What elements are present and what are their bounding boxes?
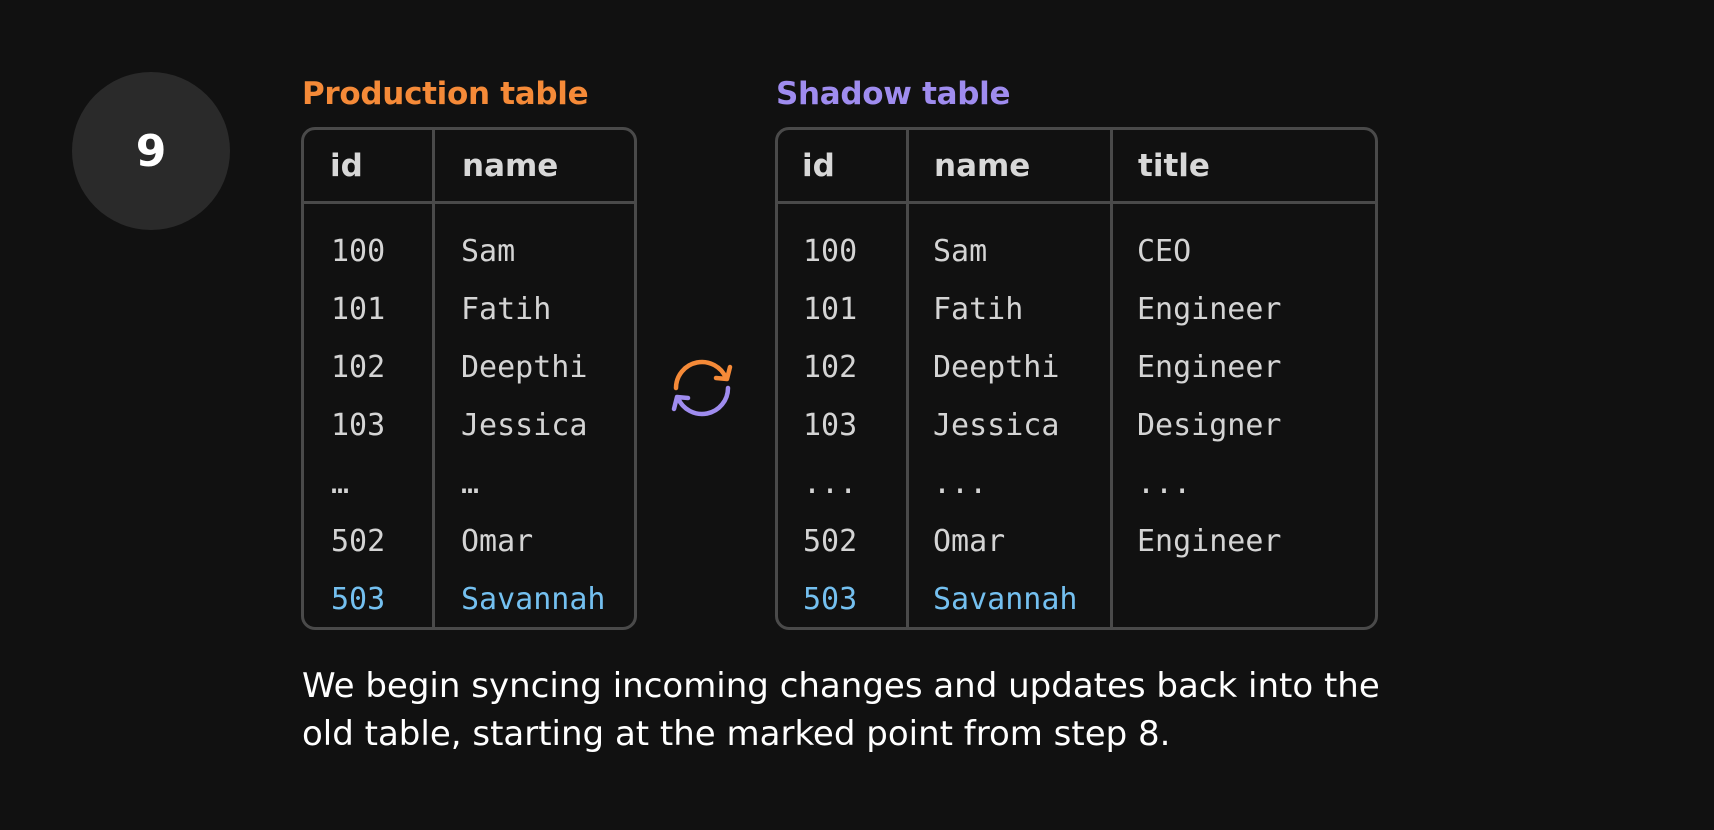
table-cell-id: 101 bbox=[803, 292, 858, 327]
table-cell-id: 100 bbox=[803, 234, 858, 269]
table-cell-name: Jessica bbox=[461, 408, 588, 443]
table-cell-id: 101 bbox=[331, 292, 386, 327]
shadow-table-title: Shadow table bbox=[776, 76, 1011, 112]
step-number: 9 bbox=[135, 125, 167, 177]
production-table-title: Production table bbox=[302, 76, 589, 112]
table-cell-id: 103 bbox=[803, 408, 858, 443]
table-cell-name: Omar bbox=[933, 524, 1006, 559]
table-cell-title: Engineer bbox=[1137, 292, 1282, 327]
step-caption: We begin syncing incoming changes and up… bbox=[302, 662, 1452, 758]
table-cell-title-empty bbox=[1137, 571, 1282, 627]
table-cell-id: 502 bbox=[331, 524, 386, 559]
production-id-column: 100 101 102 103 … 502 503 bbox=[331, 223, 386, 627]
table-cell-id-new: 503 bbox=[331, 582, 386, 617]
table-cell-id: … bbox=[331, 466, 350, 501]
table-cell-name: Deepthi bbox=[461, 350, 588, 385]
table-cell-id: 102 bbox=[331, 350, 386, 385]
sync-arrows-icon bbox=[671, 359, 733, 417]
table-cell-name: … bbox=[461, 466, 480, 501]
table-cell-title: CEO bbox=[1137, 234, 1192, 269]
table-cell-id: 102 bbox=[803, 350, 858, 385]
caption-line: We begin syncing incoming changes and up… bbox=[302, 666, 1380, 706]
table-cell-name: Sam bbox=[461, 234, 516, 269]
header-divider bbox=[304, 201, 634, 204]
table-cell-id: 103 bbox=[331, 408, 386, 443]
column-divider bbox=[906, 130, 909, 627]
step-number-badge: 9 bbox=[72, 72, 230, 230]
column-header-name: name bbox=[934, 148, 1031, 184]
table-cell-id: ... bbox=[803, 466, 858, 501]
column-header-name: name bbox=[462, 148, 559, 184]
production-table: id name 100 101 102 103 … 502 503 Sam Fa… bbox=[301, 127, 637, 630]
table-cell-id: 502 bbox=[803, 524, 858, 559]
table-cell-id-new: 503 bbox=[803, 582, 858, 617]
shadow-table: id name title 100 101 102 103 ... 502 50… bbox=[775, 127, 1378, 630]
shadow-id-column: 100 101 102 103 ... 502 503 bbox=[803, 223, 858, 627]
caption-line: old table, starting at the marked point … bbox=[302, 714, 1171, 754]
table-cell-title: Designer bbox=[1137, 408, 1282, 443]
table-cell-name: Sam bbox=[933, 234, 988, 269]
table-cell-name: Fatih bbox=[461, 292, 552, 327]
column-divider bbox=[1110, 130, 1113, 627]
shadow-name-column: Sam Fatih Deepthi Jessica ... Omar Savan… bbox=[933, 223, 1078, 627]
column-divider bbox=[432, 130, 435, 627]
column-header-title: title bbox=[1138, 148, 1210, 184]
table-cell-name: Jessica bbox=[933, 408, 1060, 443]
table-cell-title: ... bbox=[1137, 466, 1192, 501]
table-cell-name: Omar bbox=[461, 524, 534, 559]
table-cell-name-new: Savannah bbox=[933, 582, 1078, 617]
table-cell-id: 100 bbox=[331, 234, 386, 269]
production-name-column: Sam Fatih Deepthi Jessica … Omar Savanna… bbox=[461, 223, 606, 627]
table-cell-title: Engineer bbox=[1137, 524, 1282, 559]
table-cell-title: Engineer bbox=[1137, 350, 1282, 385]
column-header-id: id bbox=[802, 148, 835, 184]
table-cell-name: ... bbox=[933, 466, 988, 501]
column-header-id: id bbox=[330, 148, 363, 184]
table-cell-name: Fatih bbox=[933, 292, 1024, 327]
header-divider bbox=[778, 201, 1375, 204]
table-cell-name: Deepthi bbox=[933, 350, 1060, 385]
shadow-title-column: CEO Engineer Engineer Designer ... Engin… bbox=[1137, 223, 1282, 627]
table-cell-name-new: Savannah bbox=[461, 582, 606, 617]
